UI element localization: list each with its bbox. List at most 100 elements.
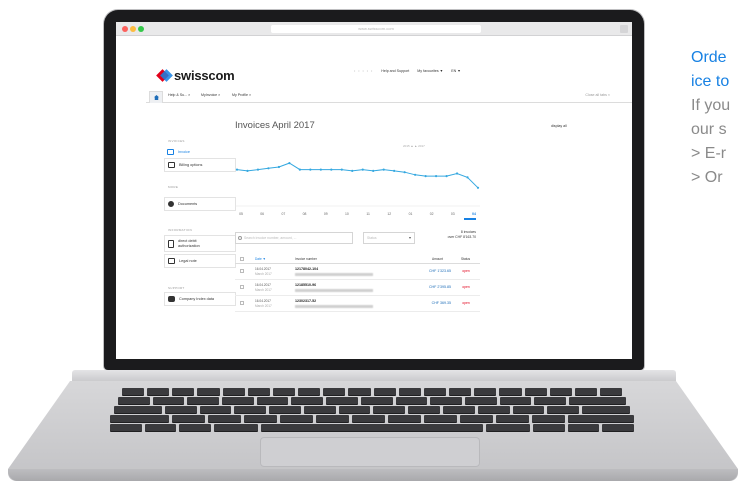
row-amount: CHF 1'323.65 (428, 269, 451, 273)
sidebar-item-label: Documents (178, 202, 198, 206)
billing-options-icon (168, 162, 175, 168)
header-faint-links[interactable]: • • • • • (354, 69, 373, 73)
status-placeholder: Status (367, 236, 377, 240)
chart-point (267, 167, 270, 170)
sidebar-item-billing-options[interactable]: Billing options (164, 158, 236, 172)
chart-point (319, 168, 322, 171)
trackpad (260, 437, 480, 467)
sidebar-item-legal-note[interactable]: Legal note (164, 254, 236, 268)
sidebar-item-invoice[interactable]: Invoice (164, 145, 236, 159)
marketing-link-email[interactable]: > E-r (691, 142, 741, 166)
table-header: Date ▼ Invoice number Amount Status (235, 255, 480, 264)
close-window-icon[interactable] (122, 26, 128, 32)
select-all-checkbox[interactable] (240, 257, 244, 261)
marketing-text: Orde ice to If you our s > E-r > Or (691, 46, 741, 190)
marketing-link-order[interactable]: > Or (691, 166, 741, 190)
tab-myinvoice[interactable]: MyInvoice × (201, 93, 220, 97)
page-title: Invoices April 2017 (235, 120, 315, 131)
sidebar-section-invoices: INVOICES (168, 139, 185, 143)
laptop-screen: www.swisscom.com swisscom • • • • • Help… (116, 22, 632, 359)
month-label[interactable]: 03 (449, 212, 457, 216)
home-tab[interactable] (149, 91, 163, 103)
table-row-partial (235, 313, 480, 321)
row-date: 16.04.2017 March 2017 (255, 267, 272, 276)
browser-menu-icon[interactable] (620, 25, 628, 33)
favourites-menu[interactable]: My favourites ▼ (417, 69, 443, 73)
row-invoice-number[interactable]: 12178042-104 (295, 267, 373, 276)
marketing-heading-line2: ice to (691, 73, 730, 90)
chart-point (434, 175, 438, 178)
month-label[interactable]: 06 (258, 212, 266, 216)
document-icon (168, 239, 174, 248)
month-label[interactable]: 04 (470, 212, 478, 216)
sidebar-item-direct-debit[interactable]: direct debit authorization (164, 235, 236, 252)
status-select[interactable]: Status (363, 232, 415, 244)
row-status: open (462, 269, 470, 273)
minimize-window-icon[interactable] (130, 26, 136, 32)
row-status: open (462, 301, 470, 305)
sidebar-section-support: SUPPORT (168, 286, 185, 290)
chart-point (351, 169, 354, 172)
swisscom-logo-mark (156, 69, 173, 82)
month-label[interactable]: 12 (385, 212, 393, 216)
month-label[interactable]: 05 (237, 212, 245, 216)
search-icon (238, 236, 242, 240)
close-all-tabs-link[interactable]: Close all tabs × (585, 93, 610, 97)
chart-point (361, 168, 364, 171)
row-invoice-number[interactable]: 12185510-96 (295, 283, 373, 292)
chevron-down-icon (409, 237, 411, 239)
row-invoice-number[interactable]: 12302317-52 (295, 299, 373, 308)
sidebar-item-company-index[interactable]: Company Index data (164, 292, 236, 306)
chart-point (393, 169, 396, 172)
search-placeholder: Search invoice number, amount, ... (244, 236, 297, 240)
month-label[interactable]: 02 (428, 212, 436, 216)
maximize-window-icon[interactable] (138, 26, 144, 32)
month-label[interactable]: 10 (343, 212, 351, 216)
tab-help[interactable]: Help & Su... × (168, 93, 190, 97)
display-all-link[interactable]: display all (551, 124, 567, 128)
row-checkbox[interactable] (240, 301, 244, 305)
col-invoice-number[interactable]: Invoice number (295, 257, 317, 261)
search-input[interactable]: Search invoice number, amount, ... (235, 232, 353, 244)
chart-point (476, 186, 480, 189)
chart-point (382, 168, 385, 171)
month-label[interactable]: 11 (364, 212, 372, 216)
sidebar-item-documents[interactable]: Documents (164, 197, 236, 211)
month-label[interactable]: 01 (406, 212, 414, 216)
row-amount: CHF 2'395.85 (428, 285, 451, 289)
month-label[interactable]: 08 (301, 212, 309, 216)
row-checkbox[interactable] (240, 285, 244, 289)
database-icon (168, 296, 175, 302)
language-menu[interactable]: EN ▼ (451, 69, 461, 73)
month-label[interactable]: 07 (279, 212, 287, 216)
row-date: 16.04.2017 March 2017 (255, 299, 272, 308)
tab-myprofile[interactable]: My Profile × (232, 93, 251, 97)
laptop-hinge (72, 370, 676, 382)
chart-point (235, 168, 239, 171)
swisscom-logo[interactable]: swisscom (156, 68, 235, 83)
table-row[interactable]: 16.04.2017 March 2017 12178042-104 CHF 1'… (235, 265, 480, 280)
chart-point (330, 168, 333, 171)
invoice-count-line2: over CHF 8'163.70 (447, 235, 476, 239)
address-bar[interactable]: www.swisscom.com (271, 25, 481, 33)
marketing-body-line1: If you (691, 97, 731, 114)
documents-icon (168, 201, 174, 207)
laptop-frame: www.swisscom.com swisscom • • • • • Help… (0, 0, 741, 488)
marketing-heading-line1: Orde (691, 49, 727, 66)
chart-point (424, 175, 427, 178)
sidebar-item-label: Company Index data (179, 297, 215, 301)
month-label[interactable]: 09 (322, 212, 330, 216)
table-row[interactable]: 16.04.2017 March 2017 12302317-52 CHF 369… (235, 297, 480, 312)
chart-point (246, 169, 249, 172)
col-date[interactable]: Date ▼ (255, 257, 266, 261)
sidebar-item-label: direct debit authorization (178, 239, 200, 248)
sidebar-item-label: Legal note (179, 259, 197, 263)
table-row[interactable]: 16.04.2017 March 2017 12185510-96 CHF 2'3… (235, 281, 480, 296)
chart-point (256, 168, 260, 171)
col-status[interactable]: Status (461, 257, 470, 261)
help-support-link[interactable]: Help and Support (381, 69, 409, 73)
col-amount[interactable]: Amount (432, 257, 443, 261)
chart-point (277, 165, 281, 169)
chart-series-line (236, 162, 479, 189)
row-checkbox[interactable] (240, 269, 244, 273)
